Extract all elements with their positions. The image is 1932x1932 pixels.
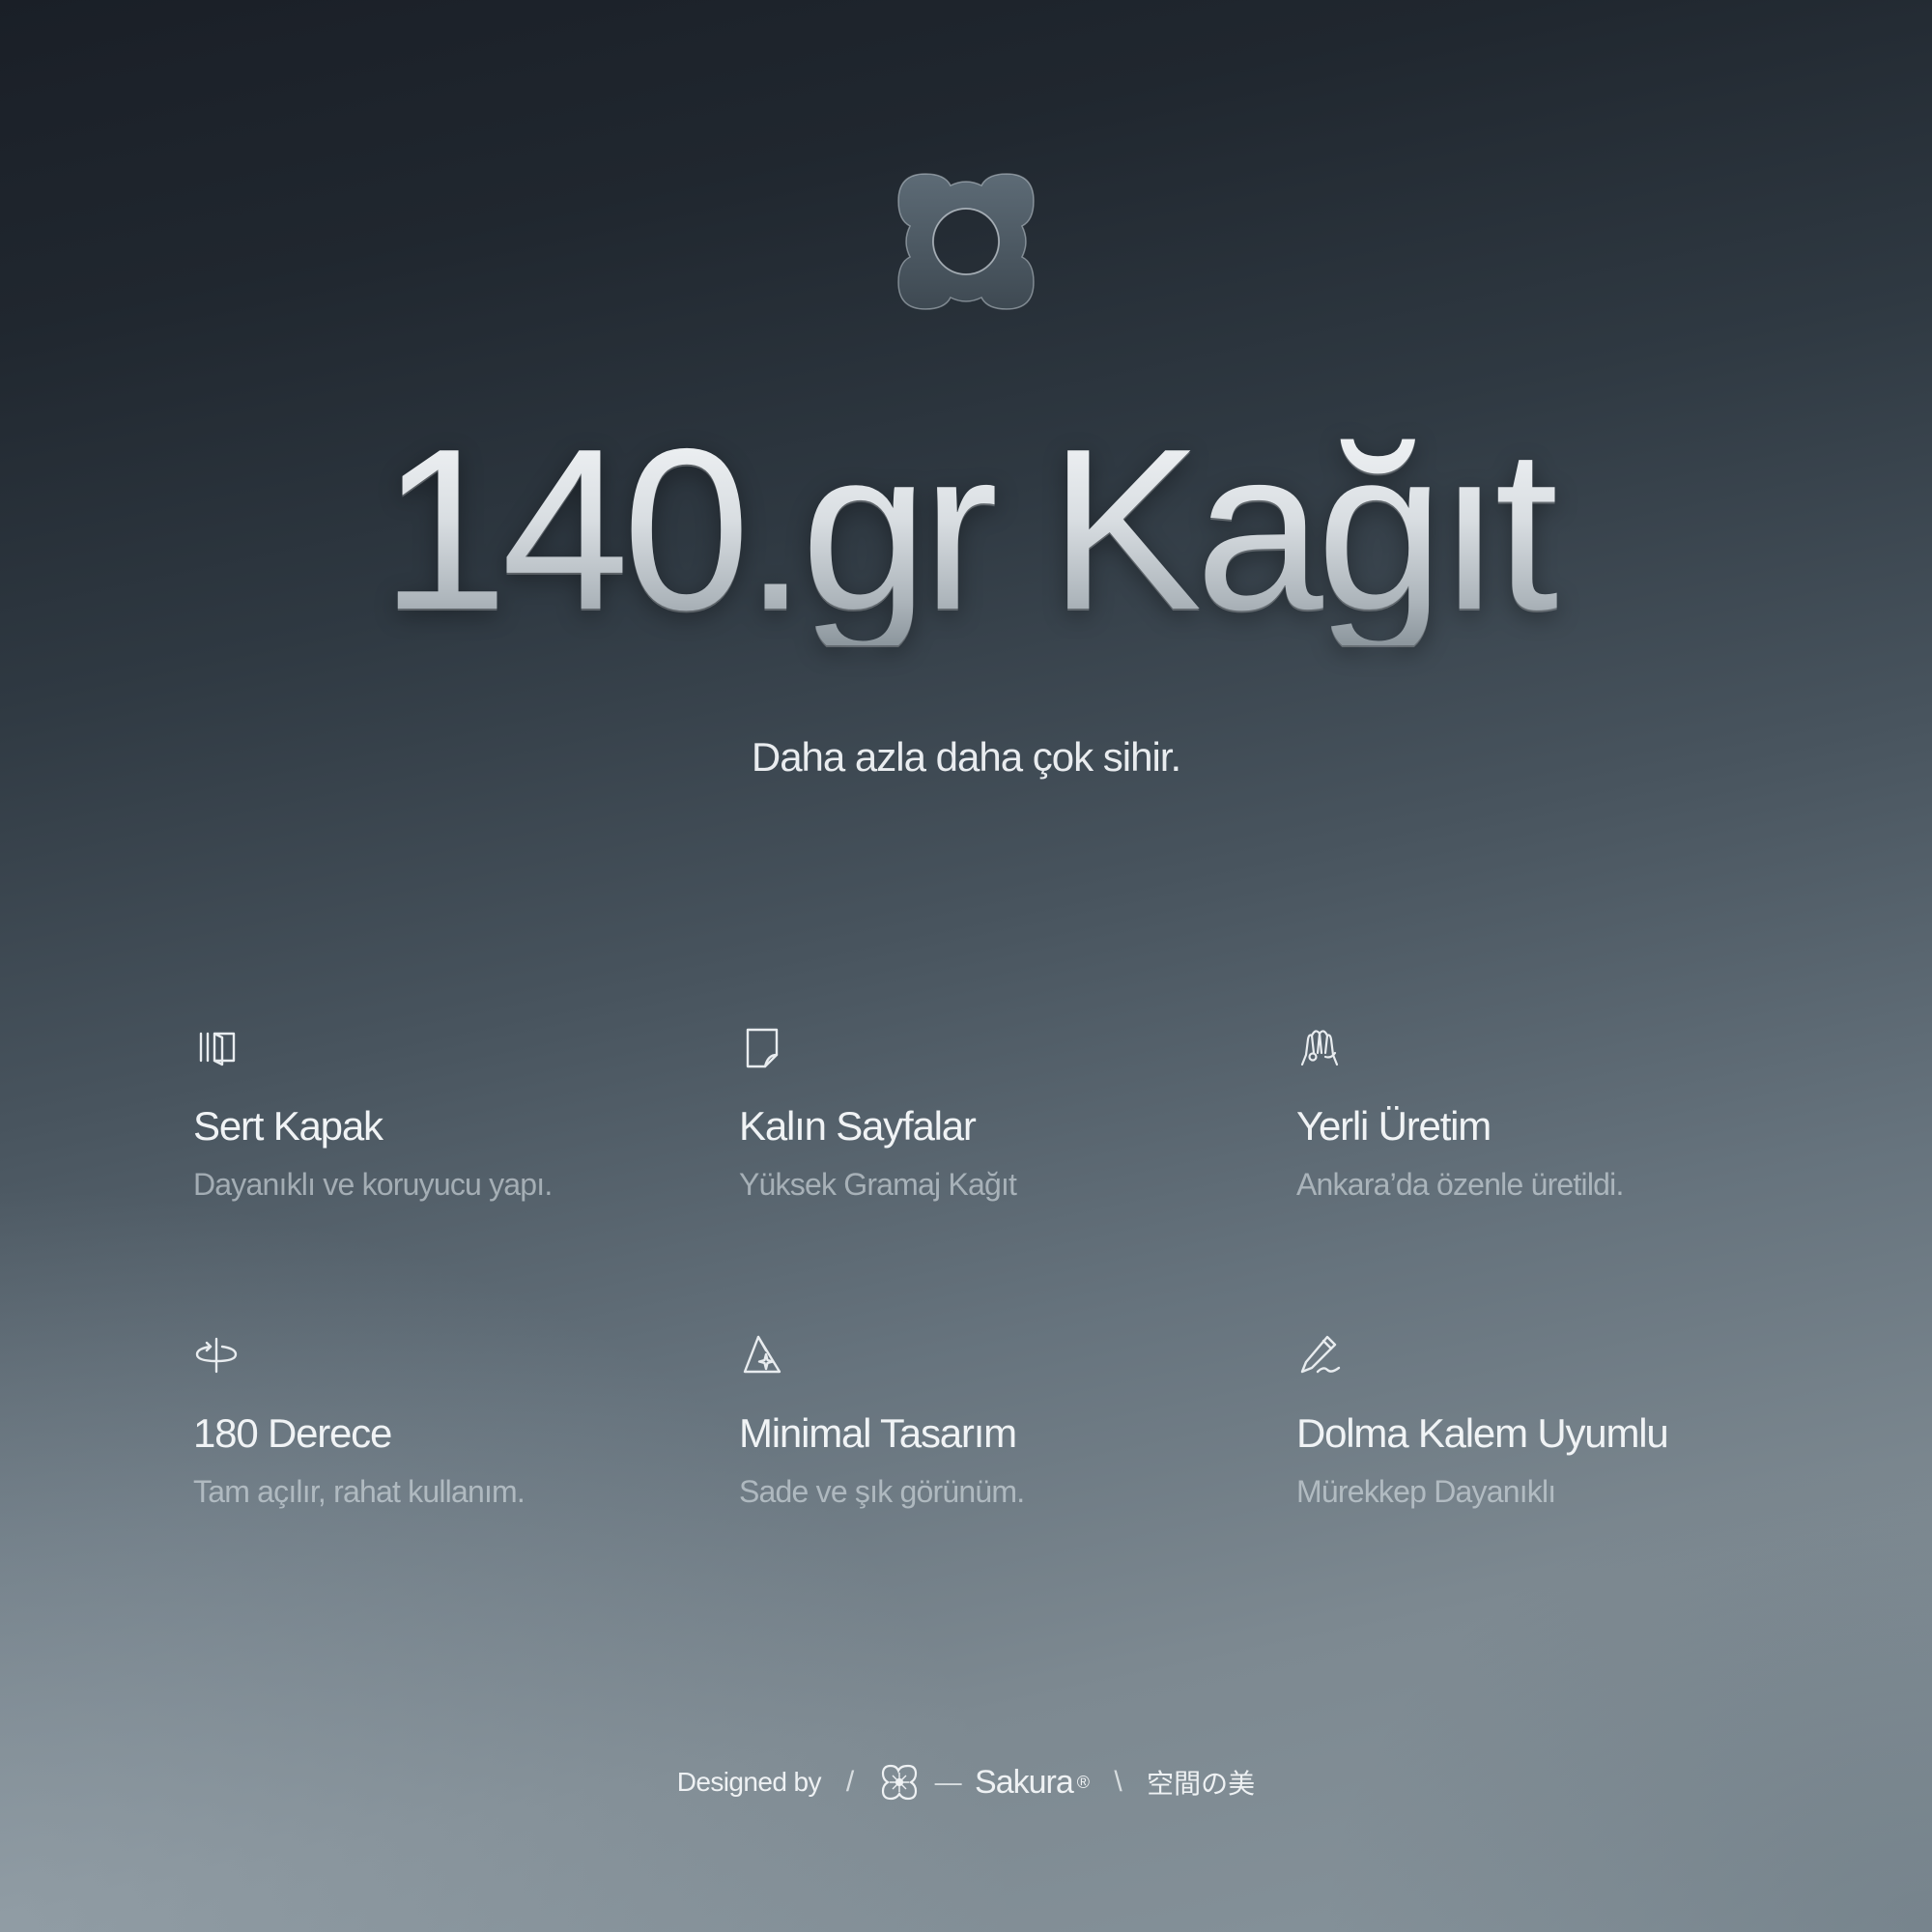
footer-backslash: \ xyxy=(1114,1766,1122,1798)
hero-title: 140.gr Kağıt xyxy=(0,415,1932,645)
feature-title: 180 Derece xyxy=(193,1410,392,1456)
footer-dash: — xyxy=(934,1767,962,1797)
book-cover-icon xyxy=(199,1032,236,1066)
feature-description: Ankara’da özenle üretildi. xyxy=(1296,1167,1624,1202)
footer-slash: / xyxy=(845,1766,854,1798)
feature-title: Sert Kapak xyxy=(193,1103,384,1149)
sparkle-triangle-icon xyxy=(743,1335,781,1374)
feature-description: Tam açılır, rahat kullanım. xyxy=(193,1474,526,1509)
registered-mark: ® xyxy=(1076,1772,1090,1792)
hands-icon xyxy=(1300,1030,1339,1066)
feature-thick-pages: Kalın Sayfalar Yüksek Gramaj Kağıt xyxy=(739,1024,1241,1203)
hero-subtitle: Daha azla daha çok sihir. xyxy=(751,734,1181,780)
feature-fountain-pen: Dolma Kalem Uyumlu Mürekkep Dayanıklı xyxy=(1296,1331,1799,1510)
pen-icon xyxy=(1300,1335,1341,1374)
sakura-logo-icon xyxy=(881,1764,917,1801)
rotate-180-icon xyxy=(195,1337,238,1374)
brand-logo-icon xyxy=(897,173,1035,310)
feature-title: Yerli Üretim xyxy=(1296,1103,1492,1149)
feature-description: Yüksek Gramaj Kağıt xyxy=(739,1167,1017,1202)
feature-minimal-design: Minimal Tasarım Sade ve şık görünüm. xyxy=(739,1331,1241,1510)
feature-description: Sade ve şık görünüm. xyxy=(739,1474,1025,1509)
feature-title: Kalın Sayfalar xyxy=(739,1103,977,1149)
feature-local-production: Yerli Üretim Ankara’da özenle üretildi. xyxy=(1296,1024,1799,1203)
feature-180-degree: 180 Derece Tam açılır, rahat kullanım. xyxy=(193,1331,696,1510)
feature-hard-cover: Sert Kapak Dayanıklı ve koruyucu yapı. xyxy=(193,1024,696,1203)
feature-title: Dolma Kalem Uyumlu xyxy=(1296,1410,1669,1456)
designed-by-label: Designed by xyxy=(676,1767,822,1797)
feature-title: Minimal Tasarım xyxy=(739,1410,1017,1456)
feature-description: Dayanıklı ve koruyucu yapı. xyxy=(193,1167,553,1202)
footer-credit: Designed by / — Sakura ® \ 空間の美 xyxy=(0,1762,1932,1803)
feature-description: Mürekkep Dayanıklı xyxy=(1296,1474,1556,1509)
brand-name: Sakura xyxy=(975,1763,1074,1801)
footer-tagline: 空間の美 xyxy=(1147,1769,1256,1799)
page-icon xyxy=(746,1028,779,1068)
